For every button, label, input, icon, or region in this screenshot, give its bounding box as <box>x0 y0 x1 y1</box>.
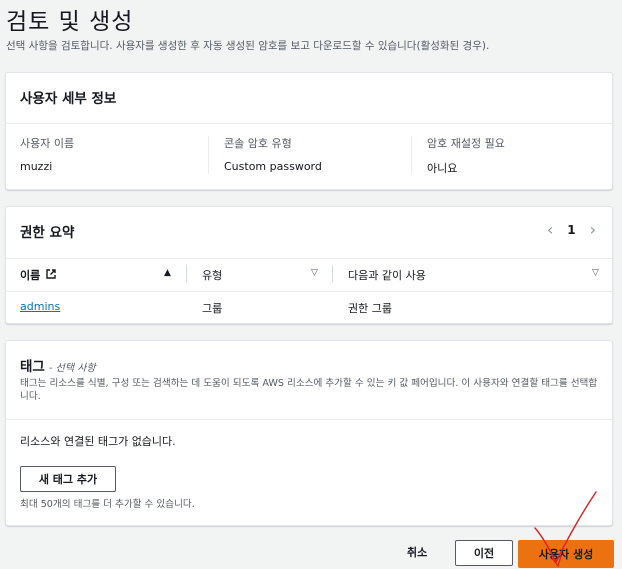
sort-ascending-icon[interactable]: ▲ <box>164 268 171 278</box>
sort-icon[interactable]: ▽ <box>311 268 318 278</box>
column-divider <box>186 265 187 283</box>
tags-description: 태그는 리소스를 식별, 구성 또는 검색하는 데 도움이 되도록 AWS 리소… <box>20 378 598 402</box>
page-title: 검토 및 생성 <box>6 9 134 35</box>
console-password-type-value: Custom password <box>224 160 322 173</box>
table-row-name[interactable]: admins <box>20 300 60 313</box>
table-row-type: 그룹 <box>202 302 223 315</box>
tags-panel: 태그 - 선택 사항 태그는 리소스를 식별, 구성 또는 검색하는 데 도움이 … <box>5 340 613 526</box>
divider <box>6 419 612 420</box>
chevron-left-icon[interactable]: ‹ <box>547 222 553 238</box>
username-field: 사용자 이름 muzzi <box>20 135 74 173</box>
tags-heading: 태그 - 선택 사항 <box>20 355 96 375</box>
divider <box>6 123 612 124</box>
username-value: muzzi <box>20 160 53 173</box>
page-subtitle: 선택 사항을 검토합니다. 사용자를 생성한 후 자동 생성된 암호를 보고 다… <box>6 40 490 52</box>
column-divider <box>332 265 333 283</box>
previous-button[interactable]: 이전 <box>455 540 513 566</box>
sort-icon[interactable]: ▽ <box>592 268 599 278</box>
column-header-type[interactable]: 유형 <box>202 267 222 283</box>
table-row-used-as: 권한 그룹 <box>348 302 392 315</box>
create-user-button[interactable]: 사용자 생성 <box>518 540 614 568</box>
page-number[interactable]: 1 <box>567 223 575 237</box>
tag-limit-note: 최대 50개의 태그를 더 추가할 수 있습니다. <box>20 499 195 510</box>
username-label: 사용자 이름 <box>20 137 75 150</box>
user-details-heading: 사용자 세부 정보 <box>20 91 117 107</box>
column-divider <box>208 136 209 174</box>
no-tags-message: 리소스와 연결된 태그가 없습니다. <box>20 435 176 448</box>
divider <box>6 258 612 259</box>
password-reset-field: 암호 재설정 필요 아니요 <box>427 135 505 176</box>
pagination: ‹ 1 › <box>547 222 596 238</box>
password-reset-label: 암호 재설정 필요 <box>427 137 505 150</box>
permissions-summary-panel: 권한 요약 ‹ 1 › 이름 ▲ 유형 ▽ 다음과 같이 사용 ▽ admins… <box>5 206 613 324</box>
permissions-summary-heading: 권한 요약 <box>20 225 75 241</box>
column-divider <box>411 136 412 174</box>
chevron-right-icon[interactable]: › <box>590 222 596 238</box>
external-link-icon <box>46 269 56 282</box>
tags-heading-label: 태그 <box>20 359 45 375</box>
column-header-name[interactable]: 이름 <box>20 267 56 283</box>
column-header-used-as[interactable]: 다음과 같이 사용 <box>348 267 426 283</box>
add-tag-button[interactable]: 새 태그 추가 <box>20 466 116 492</box>
optional-label: - 선택 사항 <box>48 363 96 374</box>
console-password-type-field: 콘솔 암호 유형 Custom password <box>224 135 322 173</box>
column-header-name-label: 이름 <box>20 269 41 282</box>
divider <box>6 291 612 292</box>
console-password-type-label: 콘솔 암호 유형 <box>224 137 292 150</box>
password-reset-value: 아니요 <box>427 162 458 175</box>
user-details-panel: 사용자 세부 정보 사용자 이름 muzzi 콘솔 암호 유형 Custom p… <box>5 72 613 190</box>
cancel-button[interactable]: 취소 <box>407 544 427 560</box>
group-link[interactable]: admins <box>20 300 60 313</box>
